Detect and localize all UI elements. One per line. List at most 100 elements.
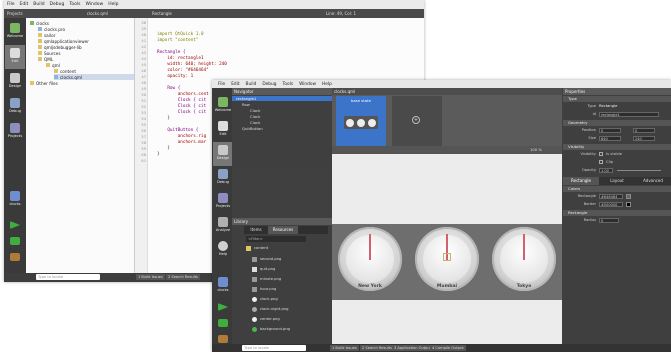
mode-help[interactable]: Help [213, 238, 233, 262]
menu-help[interactable]: Help [322, 82, 332, 87]
mode-edit[interactable]: Edit [5, 45, 25, 69]
mode-edit[interactable]: Edit [213, 118, 233, 142]
navigator-item-clock[interactable]: Clock [250, 120, 260, 125]
menu-tools[interactable]: Tools [69, 2, 80, 7]
menu-debug[interactable]: Debug [50, 2, 65, 7]
menu-window[interactable]: Window [85, 2, 103, 7]
mode-debug[interactable]: Debug [5, 95, 25, 119]
color-swatch[interactable] [626, 194, 631, 199]
mode-welcome[interactable]: Welcome [5, 20, 25, 44]
search-results-button[interactable]: 2 Search Results [360, 345, 394, 351]
library-item-hour[interactable]: hour.png [252, 285, 276, 293]
debug-run-button[interactable] [213, 316, 233, 328]
tab-rectangle[interactable]: Rectangle [563, 177, 599, 185]
locator-input[interactable]: Type to locate [242, 345, 306, 351]
library-filter[interactable]: <Filter> [246, 236, 306, 242]
design-canvas[interactable]: New York Mumbai Tokyo [332, 154, 562, 344]
clock-tokyo[interactable] [492, 227, 556, 291]
symbol-selector[interactable]: Rectangle [152, 11, 172, 16]
mode-design[interactable]: Design [213, 142, 233, 166]
editor-tab[interactable]: clocks.qml [332, 88, 562, 95]
build-button[interactable] [5, 250, 25, 262]
library-item-second[interactable]: second.png [252, 255, 281, 263]
opacity-input[interactable]: 1.00 [599, 168, 613, 173]
menu-edit[interactable]: Edit [20, 2, 29, 7]
menu-tools[interactable]: Tools [282, 82, 293, 87]
library-item-background[interactable]: background.png [252, 325, 290, 333]
tree-item-other-files[interactable]: Other files [30, 80, 58, 86]
library-item-content[interactable]: content [246, 244, 268, 252]
menu-help[interactable]: Help [108, 2, 118, 7]
build-issues-button[interactable]: 1 Build Issues [330, 345, 359, 351]
mode-projects[interactable]: Projects [5, 120, 25, 144]
library-item-minute[interactable]: minute.png [252, 275, 281, 283]
mode-analyze-label: Analyze [215, 228, 231, 232]
projects-selector[interactable]: Projects [7, 11, 23, 16]
border-color-input[interactable]: #000000 [599, 202, 623, 207]
position-y-input[interactable]: 0 [633, 128, 655, 133]
colors-section[interactable]: Colors [563, 186, 671, 192]
menu-build[interactable]: Build [33, 2, 44, 7]
id-input[interactable]: rectangle1 [599, 112, 659, 117]
library-item-center[interactable]: center.png [252, 315, 280, 323]
base-state-thumbnail[interactable]: base state [336, 96, 386, 146]
library-item-quit[interactable]: quit.png [252, 265, 275, 273]
compile-output-button[interactable]: 4 Compile Output [430, 345, 466, 351]
rectangle1-preview[interactable]: New York Mumbai Tokyo [332, 224, 562, 300]
menu-window[interactable]: Window [299, 82, 316, 87]
menu-file[interactable]: File [218, 82, 225, 87]
navigator-item-clock[interactable]: Clock [250, 114, 260, 119]
navigator-item-quitbutton[interactable]: QuitButton [242, 126, 263, 131]
selection-handle[interactable] [443, 253, 451, 261]
color-swatch[interactable] [626, 202, 631, 207]
clip-checkbox[interactable] [599, 160, 603, 164]
navigator-item-clock[interactable]: Clock [250, 108, 260, 113]
folder-icon [246, 245, 251, 251]
menu-edit[interactable]: Edit [231, 82, 239, 87]
menu-file[interactable]: File [7, 2, 15, 7]
geometry-section[interactable]: Geometry [563, 120, 671, 126]
mode-welcome[interactable]: Welcome [213, 94, 233, 118]
position-x-input[interactable]: 0 [599, 128, 621, 133]
run-button[interactable] [213, 300, 233, 312]
navigator-item-row[interactable]: Row [242, 102, 250, 107]
visibility-section[interactable]: Visibility [563, 144, 671, 150]
kit-selector[interactable]: clocks [5, 188, 25, 212]
mode-design[interactable]: Design [5, 70, 25, 94]
kit-selector[interactable]: clocks [213, 274, 233, 298]
clock-new-york[interactable] [338, 227, 402, 291]
menu-debug[interactable]: Debug [262, 82, 276, 87]
open-file-selector[interactable]: clocks.qml [87, 11, 108, 16]
size-width-input[interactable]: 640 [599, 136, 621, 141]
tab-items[interactable]: Items [244, 226, 268, 234]
menu-build[interactable]: Build [246, 82, 257, 87]
library-item-clock[interactable]: clock.png [252, 295, 278, 303]
zoom-level[interactable]: 100 % [530, 147, 542, 152]
clock-mumbai[interactable] [415, 227, 479, 291]
type-section[interactable]: Type [563, 96, 671, 102]
debug-run-button[interactable] [5, 234, 25, 246]
mode-projects[interactable]: Projects [213, 190, 233, 214]
application-output-button[interactable]: 3 Application Output [392, 345, 434, 351]
tab-layout[interactable]: Layout [599, 177, 635, 185]
type-label: Type [587, 104, 596, 108]
search-results-button[interactable]: 2 Search Results [166, 274, 200, 280]
radius-input[interactable]: 0 [599, 218, 619, 223]
size-height-input[interactable]: 240 [633, 136, 655, 141]
library-item-clock-night[interactable]: clock-night.png [252, 305, 288, 313]
locator-input[interactable]: Type to locate [36, 274, 100, 280]
tab-advanced[interactable]: Advanced [635, 177, 671, 185]
rectangle-section[interactable]: Rectangle [563, 210, 671, 216]
tab-resources[interactable]: Resources [268, 226, 298, 234]
opacity-slider[interactable] [617, 170, 661, 171]
is-visible-checkbox[interactable] [599, 152, 603, 156]
rect-color-input[interactable]: #646464 [599, 194, 623, 199]
build-button[interactable] [213, 332, 233, 344]
mode-debug[interactable]: Debug [213, 166, 233, 190]
mode-analyze[interactable]: Analyze [213, 214, 233, 238]
add-state-button[interactable]: + [392, 96, 442, 146]
navigator-item-rectangle1[interactable]: rectangle1 [232, 96, 336, 101]
build-issues-button[interactable]: 1 Build Issues [136, 274, 165, 280]
run-button[interactable] [5, 218, 25, 230]
tree-item-clocks-qml[interactable]: clocks.qml [54, 74, 134, 80]
